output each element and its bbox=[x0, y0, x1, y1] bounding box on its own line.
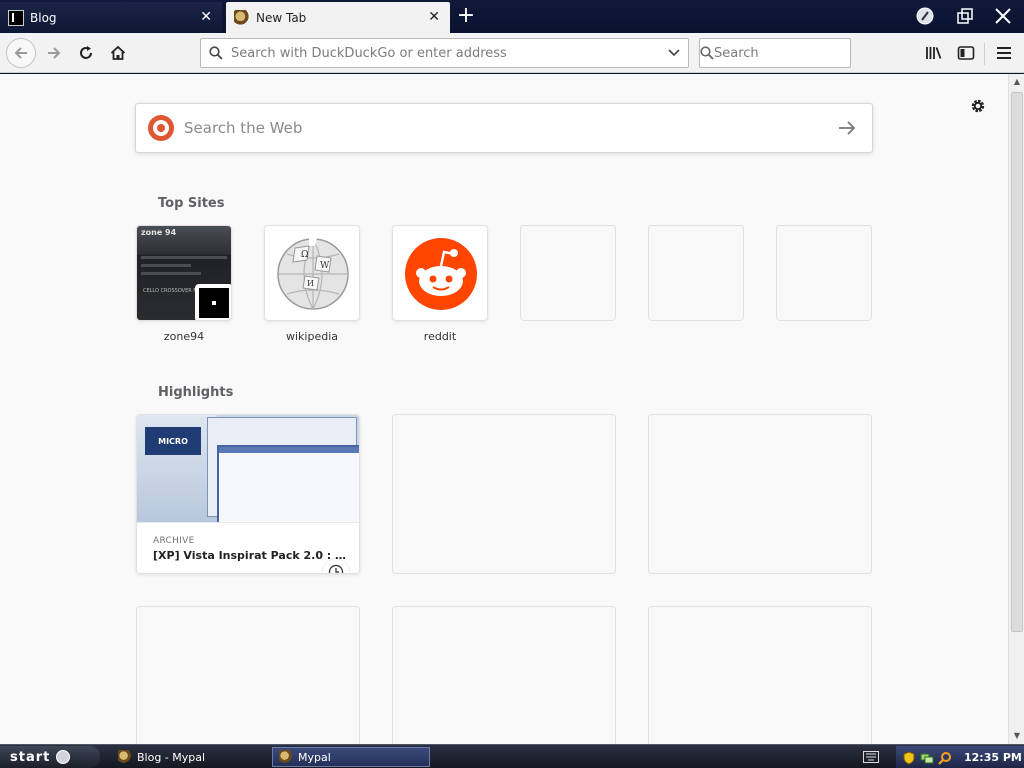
taskbar: start Blog - Mypal Mypal 12:35 PM bbox=[0, 744, 1024, 768]
system-tray: 12:35 PM bbox=[896, 746, 1024, 768]
site-label: wikipedia bbox=[285, 330, 338, 343]
tab-new-tab[interactable]: New Tab ✕ bbox=[226, 2, 450, 33]
taskbar-item-blog[interactable]: Blog - Mypal bbox=[112, 747, 268, 767]
svg-text:W: W bbox=[320, 261, 330, 271]
highlight-placeholder bbox=[648, 414, 872, 574]
tab-close-icon[interactable]: ✕ bbox=[428, 10, 440, 24]
search-tray-icon[interactable] bbox=[938, 750, 952, 765]
new-tab-button[interactable]: + bbox=[452, 4, 480, 30]
empty-site-tile[interactable] bbox=[648, 225, 744, 321]
search-icon bbox=[700, 46, 714, 60]
empty-site-tile[interactable] bbox=[776, 225, 872, 321]
tab-label: New Tab bbox=[256, 10, 307, 25]
web-search-input[interactable] bbox=[184, 119, 822, 137]
top-site-empty[interactable] bbox=[520, 225, 616, 330]
window-close-button[interactable] bbox=[986, 0, 1020, 32]
highlight-placeholder bbox=[136, 606, 360, 744]
arrow-left-icon bbox=[14, 47, 27, 59]
top-site-reddit[interactable]: reddit bbox=[392, 225, 488, 343]
site-favicon-icon bbox=[195, 284, 231, 320]
hamburger-menu-icon bbox=[997, 47, 1011, 59]
toolbar-separator bbox=[984, 43, 985, 65]
tab-blog[interactable]: Blog ✕ bbox=[0, 2, 222, 33]
web-search-box[interactable] bbox=[135, 103, 873, 153]
vertical-scrollbar[interactable]: ▲ ▼ bbox=[1008, 74, 1024, 744]
site-tile[interactable]: Ω W И bbox=[264, 225, 360, 321]
window-help-icon[interactable] bbox=[908, 0, 942, 32]
thumb-logo: MICRO bbox=[145, 427, 201, 455]
scroll-up-arrow-icon[interactable]: ▲ bbox=[1009, 74, 1024, 90]
site-label: reddit bbox=[423, 330, 457, 343]
start-label: start bbox=[10, 749, 51, 765]
address-input[interactable] bbox=[231, 45, 660, 61]
home-icon bbox=[110, 45, 126, 60]
taskbar-item-label: Mypal bbox=[298, 750, 331, 764]
library-icon bbox=[926, 47, 942, 59]
library-button[interactable] bbox=[920, 39, 948, 67]
top-site-wikipedia[interactable]: Ω W И wikipedia bbox=[264, 225, 360, 343]
mypal-favicon-icon bbox=[279, 750, 293, 764]
highlight-title: [XP] Vista Inspirat Pack 2.0 : crys... bbox=[153, 549, 351, 562]
mypal-favicon-icon bbox=[234, 9, 250, 26]
blog-favicon-icon bbox=[8, 9, 24, 26]
reload-icon bbox=[80, 46, 92, 59]
network-icon[interactable] bbox=[920, 750, 934, 764]
svg-text:И: И bbox=[307, 279, 314, 288]
navigation-toolbar bbox=[0, 33, 1024, 73]
search-bar[interactable] bbox=[699, 38, 884, 68]
tab-close-icon[interactable]: ✕ bbox=[200, 10, 212, 24]
gear-icon[interactable] bbox=[966, 94, 990, 118]
highlight-card[interactable]: MICRO ARCHIVE [XP] Vista Inspirat Pack 2… bbox=[136, 414, 360, 574]
highlight-placeholder bbox=[392, 414, 616, 574]
scroll-down-arrow-icon[interactable]: ▼ bbox=[1009, 728, 1024, 744]
top-site-zone94[interactable]: zone 94 CELLO CROSSOVER MUSIC zone94 bbox=[136, 225, 232, 343]
mypal-favicon-icon bbox=[118, 750, 132, 764]
arrow-right-icon[interactable] bbox=[822, 120, 872, 136]
shield-icon[interactable] bbox=[902, 750, 916, 765]
address-bar[interactable] bbox=[200, 38, 689, 68]
sidebar-button[interactable] bbox=[952, 39, 980, 67]
start-button[interactable]: start bbox=[0, 746, 100, 768]
taskbar-item-mypal[interactable]: Mypal bbox=[272, 747, 430, 767]
top-site-empty[interactable] bbox=[776, 225, 872, 330]
highlights-heading: Highlights bbox=[158, 385, 234, 400]
scrollbar-thumb[interactable] bbox=[1011, 92, 1023, 632]
top-site-empty[interactable] bbox=[648, 225, 744, 330]
chevron-down-icon[interactable] bbox=[660, 49, 688, 57]
highlight-placeholder bbox=[392, 606, 616, 744]
search-icon bbox=[201, 46, 231, 60]
taskbar-item-label: Blog - Mypal bbox=[137, 750, 206, 764]
start-orb-icon bbox=[56, 750, 71, 764]
sidebar-icon bbox=[957, 46, 975, 60]
home-button[interactable] bbox=[104, 39, 132, 67]
forward-button[interactable] bbox=[40, 39, 68, 67]
window-restore-button[interactable] bbox=[948, 0, 982, 32]
highlight-type: ARCHIVE bbox=[153, 536, 195, 546]
wikipedia-globe-icon: Ω W И bbox=[277, 238, 349, 310]
thumb-brand: zone 94 bbox=[141, 228, 177, 237]
back-button[interactable] bbox=[6, 38, 36, 68]
highlight-screenshot: MICRO bbox=[137, 415, 359, 523]
menu-button[interactable] bbox=[990, 39, 1018, 67]
site-tile[interactable] bbox=[392, 225, 488, 321]
tab-strip: Blog ✕ New Tab ✕ + bbox=[0, 0, 1024, 33]
site-tile[interactable]: zone 94 CELLO CROSSOVER MUSIC bbox=[136, 225, 232, 321]
taskbar-clock: 12:35 PM bbox=[964, 750, 1022, 764]
search-input[interactable] bbox=[714, 45, 884, 61]
arrow-right-icon bbox=[48, 47, 61, 59]
reddit-logo-icon bbox=[405, 238, 477, 310]
svg-text:Ω: Ω bbox=[301, 250, 308, 260]
site-label: zone94 bbox=[163, 330, 205, 343]
tab-label: Blog bbox=[30, 10, 57, 25]
reload-button[interactable] bbox=[72, 39, 100, 67]
new-tab-page: Top Sites zone 94 CELLO CROSSOVER MUSIC … bbox=[0, 74, 1008, 744]
highlight-placeholder bbox=[648, 606, 872, 744]
duckduckgo-logo-icon bbox=[148, 115, 174, 141]
keyboard-icon[interactable] bbox=[862, 749, 880, 765]
top-sites-heading: Top Sites bbox=[158, 196, 225, 211]
empty-site-tile[interactable] bbox=[520, 225, 616, 321]
